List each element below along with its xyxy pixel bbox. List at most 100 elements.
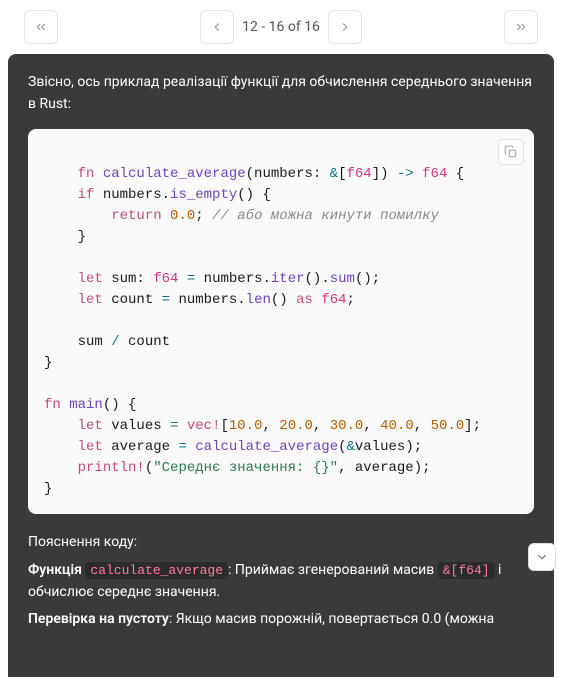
code-token: sum (330, 271, 355, 287)
code-token: 10.0 (229, 418, 263, 434)
code-token: println! (78, 460, 145, 476)
prev-page-button[interactable] (200, 10, 234, 44)
copy-icon (504, 145, 518, 159)
first-page-button[interactable] (24, 10, 58, 44)
code-block: fn calculate_average(numbers: &[f64]) ->… (28, 129, 534, 514)
code-token: & (347, 439, 355, 455)
code-token: values); (355, 439, 422, 455)
code-token: 20.0 (279, 418, 313, 434)
code-token: numbers. (170, 292, 246, 308)
code-token (178, 418, 186, 434)
code-token: fn (44, 397, 61, 413)
code-token: = (178, 439, 186, 455)
code-token: , (313, 418, 330, 434)
code-token: iter (271, 271, 305, 287)
explain-bold: Перевірка на пустоту (28, 611, 169, 627)
code-token: f64 (422, 166, 447, 182)
code-token: let (78, 439, 103, 455)
chevrons-right-icon (514, 20, 528, 34)
code-token: fn (78, 166, 95, 182)
code-token: (). (305, 271, 330, 287)
code-token: return (111, 208, 161, 224)
explain-text: : Приймає згенерований масив (228, 562, 438, 578)
code-token: () { (103, 397, 137, 413)
code-token: if (78, 187, 95, 203)
chevron-left-icon (210, 20, 224, 34)
explain-bold: Функція (28, 562, 85, 578)
code-token: ( (145, 460, 153, 476)
code-token: "Середнє значення: {}" (153, 460, 338, 476)
message-content: Звісно, ось приклад реалізації функції д… (8, 54, 554, 677)
code-token: , (363, 418, 380, 434)
next-page-button[interactable] (328, 10, 362, 44)
code-token: len (246, 292, 271, 308)
code-token: [ (220, 418, 228, 434)
code-token: ]) (372, 166, 397, 182)
code-token: , average); (338, 460, 430, 476)
code-token: 50.0 (431, 418, 465, 434)
pagination-text: 12 - 16 of 16 (242, 19, 320, 35)
code-token: ; (195, 208, 203, 224)
code-token: let (78, 292, 103, 308)
code-token: () { (237, 187, 271, 203)
code-token (204, 208, 212, 224)
code-token (187, 439, 195, 455)
chevron-down-icon (535, 550, 549, 564)
code-token: 40.0 (380, 418, 414, 434)
code-token: numbers. (94, 187, 170, 203)
code-token: & (330, 166, 338, 182)
code-token: } (44, 355, 52, 371)
copy-button[interactable] (498, 139, 524, 165)
code-token: // або можна кинути помилку (212, 208, 439, 224)
code-token: 30.0 (330, 418, 364, 434)
code-token: let (78, 418, 103, 434)
code-token: let (78, 271, 103, 287)
code-token: , (262, 418, 279, 434)
code-token: () (271, 292, 296, 308)
code-token: ( (338, 439, 346, 455)
code-token: average (103, 439, 179, 455)
code-token: calculate_average (195, 439, 338, 455)
code-token: f64 (153, 271, 178, 287)
explain-line: Перевірка на пустоту: Якщо масив порожні… (28, 609, 534, 631)
code-token (162, 208, 170, 224)
code-token (61, 397, 69, 413)
code-token: count (103, 292, 162, 308)
code-token: } (78, 229, 86, 245)
code-token: / (111, 334, 119, 350)
code-token: { (447, 166, 464, 182)
code-token: numbers. (195, 271, 271, 287)
code-token: ; (347, 292, 355, 308)
code-token: values (103, 418, 170, 434)
code-token: -> (397, 166, 414, 182)
chevrons-left-icon (34, 20, 48, 34)
explain-line: Функція calculate_average: Приймає згене… (28, 560, 534, 603)
code-token (178, 271, 186, 287)
code-token: main (69, 397, 103, 413)
intro-text: Звісно, ось приклад реалізації функції д… (28, 72, 534, 115)
chevron-right-icon (338, 20, 352, 34)
code-token: is_empty (170, 187, 237, 203)
code-token: ]; (464, 418, 481, 434)
code-token: f64 (346, 166, 371, 182)
explain-heading: Пояснення коду: (28, 532, 534, 554)
code-token: calculate_average (103, 166, 246, 182)
code-token: , (414, 418, 431, 434)
code-token: (numbers: (246, 166, 330, 182)
code-token: 0.0 (170, 208, 195, 224)
code-token: as (296, 292, 313, 308)
scroll-down-button[interactable] (528, 543, 556, 571)
code-token: vec! (187, 418, 221, 434)
pagination-bar: 12 - 16 of 16 (0, 0, 562, 54)
explain-text: : Якщо масив порожній, повертається 0.0 … (169, 611, 494, 627)
code-token: (); (355, 271, 380, 287)
code-token (414, 166, 422, 182)
code-token: f64 (321, 292, 346, 308)
code-token: = (162, 292, 170, 308)
code-token: sum (78, 334, 112, 350)
code-token: sum: (103, 271, 153, 287)
last-page-button[interactable] (504, 10, 538, 44)
code-token: } (44, 481, 52, 497)
code-token: count (120, 334, 170, 350)
explanation: Пояснення коду: Функція calculate_averag… (28, 532, 534, 631)
